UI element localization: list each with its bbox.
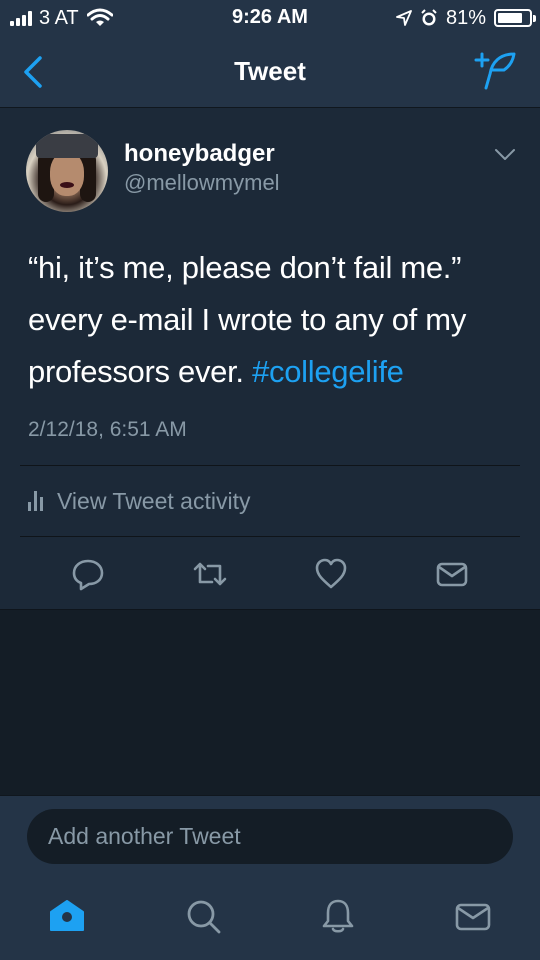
reply-icon[interactable] <box>70 556 106 592</box>
page-title: Tweet <box>234 56 306 86</box>
retweet-icon[interactable] <box>192 556 228 592</box>
alarm-icon <box>421 9 437 26</box>
nav-bar: Tweet <box>0 38 540 108</box>
activity-icon <box>28 491 43 511</box>
tweet-timestamp: 2/12/18, 6:51 AM <box>28 418 187 441</box>
like-icon[interactable] <box>313 556 349 592</box>
divider <box>20 465 520 466</box>
hashtag-link[interactable]: #collegelife <box>252 354 404 389</box>
empty-area <box>0 611 540 795</box>
battery-icon <box>494 9 536 27</box>
tweet-card: honeybadger @mellowmymel “hi, it’s me, p… <box>0 108 540 610</box>
user-handle[interactable]: @mellowmymel <box>124 170 280 196</box>
search-icon[interactable] <box>183 896 223 936</box>
compose-tweet-icon[interactable] <box>472 50 518 92</box>
home-icon[interactable] <box>47 896 87 936</box>
status-bar: 3 AT 9:26 AM 81% <box>0 0 540 38</box>
battery-percent: 81% <box>445 6 486 29</box>
tweet-actions <box>0 548 540 598</box>
bottom-bar: Add another Tweet <box>0 795 540 960</box>
view-tweet-activity[interactable]: View Tweet activity <box>28 486 250 516</box>
tweet-text: “hi, it’s me, please don’t fail me.” eve… <box>28 242 518 398</box>
notifications-icon[interactable] <box>318 896 358 936</box>
avatar[interactable] <box>26 130 108 212</box>
direct-message-icon[interactable] <box>434 556 470 592</box>
messages-icon[interactable] <box>453 896 493 936</box>
chevron-down-icon[interactable] <box>494 148 516 162</box>
activity-label: View Tweet activity <box>57 487 251 514</box>
status-right: 81% <box>396 6 536 30</box>
add-tweet-input[interactable]: Add another Tweet <box>27 809 513 864</box>
display-name[interactable]: honeybadger <box>124 140 275 168</box>
divider <box>20 536 520 537</box>
location-icon <box>396 10 412 26</box>
